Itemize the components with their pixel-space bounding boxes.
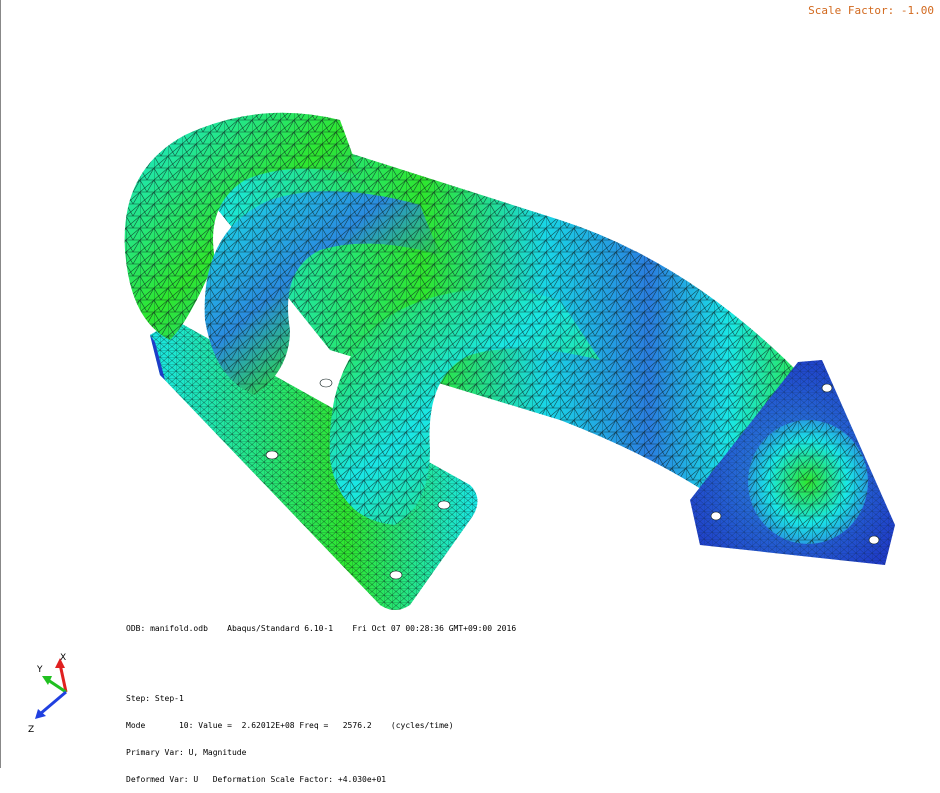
z-axis-label: Z [28,725,34,735]
step-label: Step: Step-1 [126,694,184,703]
bolt-hole [389,570,403,580]
bolt-hole [319,378,333,388]
z-axis-arrow [39,690,67,716]
step-info-block: Step: Step-1 Mode 10: Value = 2.62012E+0… [126,676,454,793]
bolt-hole [710,511,722,521]
deformed-var-label: Deformed Var: U Deformation Scale Factor… [126,775,387,784]
x-axis-label: X [60,653,66,663]
bolt-hole [821,383,833,393]
primary-var-label: Primary Var: U, Magnitude [126,748,247,757]
odb-info: ODB: manifold.odb Abaqus/Standard 6.10-1… [126,624,517,633]
bolt-hole [437,500,451,510]
bolt-hole [265,450,279,460]
scale-factor-label: Scale Factor: -1.00 [808,4,934,17]
coordinate-triad: X Y Z [28,653,68,735]
y-axis-label: Y [36,665,43,675]
model-viewport[interactable] [0,0,940,768]
mode-label: Mode 10: Value = 2.62012E+08 Freq = 2576… [126,721,454,730]
bolt-hole [868,535,880,545]
